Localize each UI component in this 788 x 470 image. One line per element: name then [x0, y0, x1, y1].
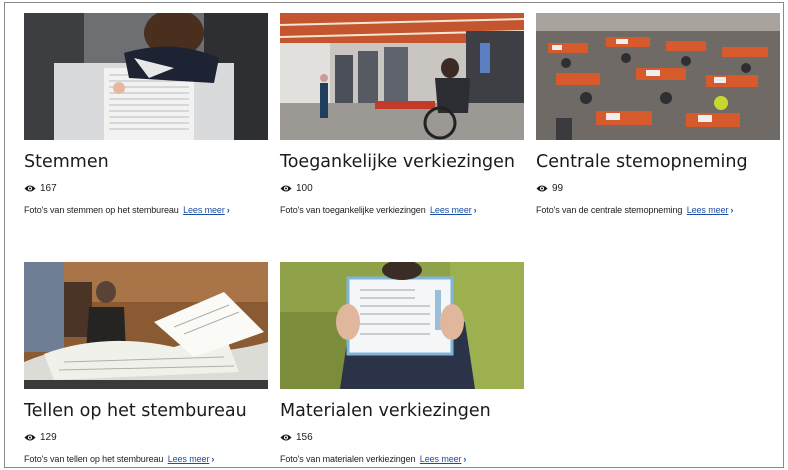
- chevron-right-icon: ›: [226, 205, 230, 215]
- card-title[interactable]: Stemmen: [24, 151, 268, 173]
- gallery-card[interactable]: Materialen verkiezingen 156 Foto's van m…: [280, 262, 524, 465]
- gallery-card[interactable]: Toegankelijke verkiezingen 100 Foto's va…: [280, 13, 524, 216]
- view-count: 99: [536, 181, 780, 195]
- read-more-link[interactable]: Lees meer: [420, 454, 462, 464]
- chevron-right-icon: ›: [211, 454, 215, 464]
- card-title[interactable]: Materialen verkiezingen: [280, 400, 524, 422]
- read-more-link[interactable]: Lees meer: [168, 454, 210, 464]
- card-description: Foto's van toegankelijke verkiezingen Le…: [280, 204, 524, 216]
- card-description-text: Foto's van stemmen op het stembureau: [24, 205, 179, 215]
- read-more-link[interactable]: Lees meer: [430, 205, 472, 215]
- card-description: Foto's van de centrale stemopneming Lees…: [536, 204, 780, 216]
- eye-icon: [24, 185, 36, 191]
- view-count: 156: [280, 430, 524, 444]
- view-count-value: 99: [552, 182, 564, 194]
- counting-hall-photo[interactable]: [536, 13, 780, 140]
- gallery-card[interactable]: Centrale stemopneming 99 Foto's van de c…: [536, 13, 780, 216]
- wheelchair-voter-photo[interactable]: [280, 13, 524, 140]
- view-count-value: 167: [40, 182, 57, 194]
- view-count-value: 156: [296, 431, 313, 443]
- stempas-photo[interactable]: [280, 262, 524, 389]
- card-title[interactable]: Toegankelijke verkiezingen: [280, 151, 524, 173]
- card-title[interactable]: Tellen op het stembureau: [24, 400, 268, 422]
- view-count: 100: [280, 181, 524, 195]
- read-more-link[interactable]: Lees meer: [687, 205, 729, 215]
- card-description-text: Foto's van toegankelijke verkiezingen: [280, 205, 426, 215]
- gallery-card[interactable]: Tellen op het stembureau 129 Foto's van …: [24, 262, 268, 465]
- view-count-value: 129: [40, 431, 57, 443]
- chevron-right-icon: ›: [730, 205, 734, 215]
- eye-icon: [280, 434, 292, 440]
- view-count-value: 100: [296, 182, 313, 194]
- card-description: Foto's van stemmen op het stembureau Lee…: [24, 204, 268, 216]
- gallery-frame: Stemmen 167 Foto's van stemmen op het st…: [4, 2, 784, 468]
- view-count: 167: [24, 181, 268, 195]
- card-description: Foto's van tellen op het stembureau Lees…: [24, 453, 268, 465]
- chevron-right-icon: ›: [463, 454, 467, 464]
- read-more-link[interactable]: Lees meer: [183, 205, 225, 215]
- chevron-right-icon: ›: [473, 205, 477, 215]
- voting-booth-photo[interactable]: [24, 13, 268, 140]
- view-count: 129: [24, 430, 268, 444]
- eye-icon: [24, 434, 36, 440]
- eye-icon: [280, 185, 292, 191]
- card-description: Foto's van materialen verkiezingen Lees …: [280, 453, 524, 465]
- ballot-pile-photo[interactable]: [24, 262, 268, 389]
- eye-icon: [536, 185, 548, 191]
- card-description-text: Foto's van tellen op het stembureau: [24, 454, 164, 464]
- card-description-text: Foto's van de centrale stemopneming: [536, 205, 683, 215]
- card-description-text: Foto's van materialen verkiezingen: [280, 454, 416, 464]
- gallery-card[interactable]: Stemmen 167 Foto's van stemmen op het st…: [24, 13, 268, 216]
- card-title[interactable]: Centrale stemopneming: [536, 151, 780, 173]
